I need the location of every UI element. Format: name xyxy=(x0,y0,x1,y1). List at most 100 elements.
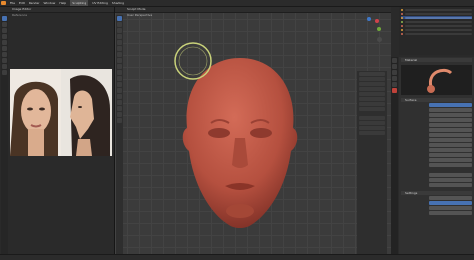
brush-pose-icon[interactable] xyxy=(117,82,122,87)
brush-fill-icon[interactable] xyxy=(117,46,122,51)
outliner-row[interactable] xyxy=(401,28,472,31)
tool-zoom-icon[interactable] xyxy=(2,40,7,45)
workspace-tab-sculpting[interactable]: Sculpting xyxy=(70,0,89,6)
menu-render[interactable]: Render xyxy=(29,0,40,6)
render-tab-icon[interactable] xyxy=(392,58,397,63)
tool-extra-icon[interactable] xyxy=(2,52,7,57)
object-tab-icon[interactable] xyxy=(392,76,397,81)
zoom-icon[interactable] xyxy=(377,37,382,42)
image-editor-subtitle: Reference xyxy=(12,13,28,17)
material-slot-name[interactable]: Material xyxy=(401,58,472,62)
tool-sample-icon[interactable] xyxy=(2,28,7,33)
brush-mask-icon[interactable] xyxy=(117,100,122,105)
image-editor-toolbar xyxy=(1,15,8,254)
brush-pinch-icon[interactable] xyxy=(117,58,122,63)
settings-section[interactable]: Settings xyxy=(401,191,472,195)
axis-y-icon[interactable] xyxy=(377,27,381,31)
brush-thumb-icon[interactable] xyxy=(117,76,122,81)
workspace-tab-shading[interactable]: Shading xyxy=(112,0,124,6)
property-field[interactable] xyxy=(429,173,472,177)
outliner-row[interactable] xyxy=(401,8,472,11)
outliner-row[interactable] xyxy=(401,20,472,23)
sidebar-row[interactable] xyxy=(359,77,385,81)
navigation-gizmo[interactable] xyxy=(355,15,385,49)
brush-transform-icon[interactable] xyxy=(117,118,122,123)
outliner-row[interactable] xyxy=(401,16,472,19)
axis-x-icon[interactable] xyxy=(375,19,379,23)
menu-help[interactable]: Help xyxy=(59,0,66,6)
sidebar-row[interactable] xyxy=(359,121,385,125)
sidebar-row[interactable] xyxy=(359,126,385,130)
brush-draw-icon[interactable] xyxy=(117,16,122,21)
property-field[interactable] xyxy=(429,153,472,157)
brush-lasso-icon[interactable] xyxy=(117,112,122,117)
sidebar-row[interactable] xyxy=(359,87,385,91)
tool-extra-icon[interactable] xyxy=(2,64,7,69)
tool-pan-icon[interactable] xyxy=(2,46,7,51)
outliner-row[interactable] xyxy=(401,32,472,35)
brush-box-mask-icon[interactable] xyxy=(117,106,122,111)
brush-scrape-icon[interactable] xyxy=(117,52,122,57)
sidebar-row[interactable] xyxy=(359,116,385,120)
scene-tab-icon[interactable] xyxy=(392,70,397,75)
brush-cursor xyxy=(174,42,212,80)
sidebar-row[interactable] xyxy=(359,107,385,111)
brush-flatten-icon[interactable] xyxy=(117,40,122,45)
sidebar-row[interactable] xyxy=(359,102,385,106)
property-field[interactable] xyxy=(429,118,472,122)
brush-grab-icon[interactable] xyxy=(117,64,122,69)
tool-cursor-icon[interactable] xyxy=(2,16,7,21)
property-field[interactable] xyxy=(429,103,472,107)
property-field[interactable] xyxy=(429,211,472,215)
surface-section[interactable]: Surface xyxy=(401,98,472,102)
blender-logo-icon[interactable] xyxy=(1,1,6,5)
tool-extra-icon[interactable] xyxy=(2,58,7,63)
property-field[interactable] xyxy=(429,133,472,137)
property-field[interactable] xyxy=(429,128,472,132)
sidebar-row[interactable] xyxy=(359,97,385,101)
brush-inflate-icon[interactable] xyxy=(117,28,122,33)
status-bar xyxy=(0,254,474,260)
output-tab-icon[interactable] xyxy=(392,64,397,69)
property-field[interactable] xyxy=(429,113,472,117)
menu-file[interactable]: File xyxy=(10,0,15,6)
3d-viewport[interactable]: Sculpt Mode User Perspective xyxy=(115,7,391,254)
brush-clay-icon[interactable] xyxy=(117,22,122,27)
properties-tabs xyxy=(391,57,398,254)
property-field[interactable] xyxy=(429,158,472,162)
property-field[interactable] xyxy=(429,206,472,210)
property-field[interactable] xyxy=(429,143,472,147)
tool-annotate-icon[interactable] xyxy=(2,22,7,27)
sidebar-row[interactable] xyxy=(359,82,385,86)
outliner-row[interactable] xyxy=(401,12,472,15)
workspace-tab-uv-editing[interactable]: UV Editing xyxy=(92,0,108,6)
brush-nudge-icon[interactable] xyxy=(117,88,122,93)
property-field[interactable] xyxy=(429,163,472,167)
viewport-mode[interactable]: Sculpt Mode xyxy=(127,7,146,12)
sidebar-header xyxy=(359,72,385,76)
sidebar-row[interactable] xyxy=(359,92,385,96)
outliner-row[interactable] xyxy=(401,24,472,27)
outliner xyxy=(399,7,474,55)
sidebar-row[interactable] xyxy=(359,131,385,135)
property-field[interactable] xyxy=(429,178,472,182)
property-field[interactable] xyxy=(429,123,472,127)
property-field[interactable] xyxy=(429,108,472,112)
property-field[interactable] xyxy=(429,201,472,205)
brush-rotate-icon[interactable] xyxy=(117,94,122,99)
brush-smooth-icon[interactable] xyxy=(117,34,122,39)
tool-move-icon[interactable] xyxy=(2,34,7,39)
modifier-tab-icon[interactable] xyxy=(392,82,397,87)
material-tab-icon[interactable] xyxy=(392,88,397,93)
image-editor-area: Image Editor Reference xyxy=(0,7,115,254)
menu-window[interactable]: Window xyxy=(44,0,56,6)
property-field[interactable] xyxy=(429,196,472,200)
axis-z-icon[interactable] xyxy=(367,17,371,21)
tool-extra-icon[interactable] xyxy=(2,70,7,75)
property-field[interactable] xyxy=(429,183,472,187)
material-preview-sphere xyxy=(427,68,453,93)
menu-edit[interactable]: Edit xyxy=(19,0,25,6)
property-field[interactable] xyxy=(429,148,472,152)
brush-snake-hook-icon[interactable] xyxy=(117,70,122,75)
property-field[interactable] xyxy=(429,138,472,142)
